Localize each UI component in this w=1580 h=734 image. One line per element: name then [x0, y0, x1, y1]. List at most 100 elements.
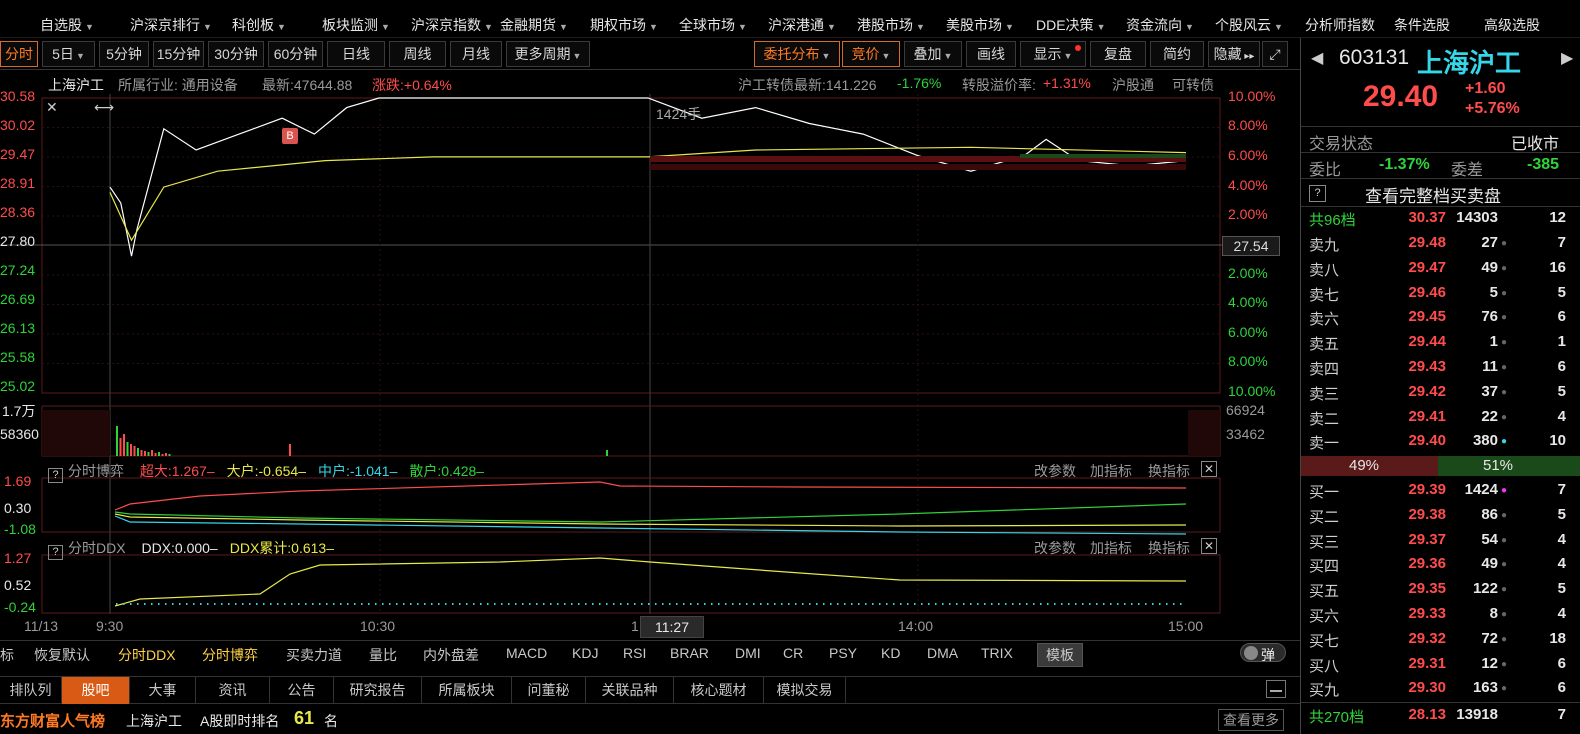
bottom-tab[interactable]: 研究报告 [334, 677, 422, 704]
prev-stock-icon[interactable]: ◀ [1311, 48, 1323, 68]
nav-item[interactable]: 科创板 ▼ [232, 15, 286, 35]
indicator-button[interactable]: DMA [927, 645, 958, 661]
order-book-row[interactable]: 买六 29.33 8 ● 4 [1301, 602, 1580, 626]
indicator-button[interactable]: PSY [829, 645, 857, 661]
nav-item[interactable]: 全球市场 ▼ [679, 15, 747, 35]
order-book-row[interactable]: 买五 29.35 122 ● 5 [1301, 577, 1580, 601]
order-book-row[interactable]: 卖四 29.43 11 ● 6 [1301, 355, 1580, 379]
hgt-link[interactable]: 沪股通 [1112, 75, 1154, 95]
order-book-row[interactable]: 共96档 30.37 14303 12 [1301, 206, 1580, 230]
period-button[interactable]: 5日 ▼ [42, 41, 95, 67]
toolbar-button[interactable]: 委托分布 ▼ [754, 41, 840, 67]
next-stock-icon[interactable]: ▶ [1561, 48, 1573, 68]
bottom-tab[interactable]: 大事 [130, 677, 196, 704]
bottom-tab[interactable]: 公告 [270, 677, 334, 704]
bottom-tab[interactable]: 股吧 [62, 677, 130, 704]
panel-action-link[interactable]: 改参数 [1034, 538, 1076, 558]
order-book-row[interactable]: 卖三 29.42 37 ● 5 [1301, 380, 1580, 404]
bottom-tab[interactable]: 排队列 [0, 677, 62, 704]
panel-action-link[interactable]: 加指标 [1090, 538, 1132, 558]
nav-item[interactable]: 分析师指数 [1305, 15, 1375, 35]
toolbar-button[interactable]: 画线 [966, 41, 1016, 67]
nav-item[interactable]: 沪深京指数 ▼ [411, 15, 493, 35]
toolbar-button[interactable]: 显示 ▼ [1020, 41, 1086, 67]
order-book-row[interactable]: 买一 29.39 1424 ● 7 [1301, 478, 1580, 502]
indicator-button[interactable]: 恢复默认 [34, 645, 90, 665]
indicator-button[interactable]: 分时DDX [118, 645, 176, 665]
order-book-row[interactable]: 买三 29.37 54 ● 4 [1301, 528, 1580, 552]
period-button[interactable]: 月线 [450, 41, 502, 67]
order-book-row[interactable]: 卖二 29.41 22 ● 4 [1301, 405, 1580, 429]
indicator-button[interactable]: 标 [0, 645, 14, 665]
indicator-button[interactable]: CR [783, 645, 803, 661]
order-book-row[interactable]: 买二 29.38 86 ● 5 [1301, 503, 1580, 527]
indicator-button[interactable]: BRAR [670, 645, 709, 661]
period-button[interactable]: 日线 [327, 41, 385, 67]
expand-panel-icon[interactable] [1266, 680, 1286, 698]
nav-item[interactable]: 金融期货 ▼ [500, 15, 568, 35]
indicator-button[interactable]: DMI [735, 645, 761, 661]
popup-toggle[interactable]: 弹 [1240, 643, 1286, 663]
bottom-tab[interactable]: 资讯 [196, 677, 270, 704]
order-book-row[interactable]: 卖七 29.46 5 ● 5 [1301, 281, 1580, 305]
close-panel-icon[interactable]: ✕ [1201, 538, 1217, 554]
nav-item[interactable]: 期权市场 ▼ [590, 15, 658, 35]
order-book-row[interactable]: 买七 29.32 72 ● 18 [1301, 627, 1580, 651]
indicator-button[interactable]: 买卖力道 [286, 645, 342, 665]
indicator-button[interactable]: MACD [506, 645, 547, 661]
order-book-row[interactable]: 买八 29.31 12 ● 6 [1301, 652, 1580, 676]
buy-marker-icon[interactable]: B [282, 128, 298, 144]
order-book-row[interactable]: 买四 29.36 49 ● 4 [1301, 552, 1580, 576]
bottom-tab[interactable]: 模拟交易 [764, 677, 846, 704]
order-book-row[interactable]: 卖八 29.47 49 ● 16 [1301, 256, 1580, 280]
bottom-tab[interactable]: 关联品种 [586, 677, 674, 704]
close-chart-icon[interactable]: ✕ [46, 100, 60, 114]
order-book-row[interactable]: 卖九 29.48 27 ● 7 [1301, 231, 1580, 255]
order-book-row[interactable]: 卖一 29.40 380 ● 10 [1301, 429, 1580, 453]
panel-action-link[interactable]: 换指标 [1148, 538, 1190, 558]
bottom-tab[interactable]: 核心题材 [674, 677, 764, 704]
toolbar-button[interactable]: 简约 [1150, 41, 1204, 67]
nav-item[interactable]: 自选股 ▼ [40, 15, 94, 35]
period-button[interactable]: 15分钟 [153, 41, 204, 67]
indicator-button[interactable]: 内外盘差 [423, 645, 479, 665]
indicator-button[interactable]: KDJ [572, 645, 598, 661]
toolbar-button[interactable]: 竞价 ▼ [842, 41, 900, 67]
order-book-row[interactable]: 共270档 28.13 13918 7 [1301, 703, 1580, 727]
order-book-row[interactable]: 卖五 29.44 1 ● 1 [1301, 330, 1580, 354]
indicator-button[interactable]: 量比 [369, 645, 397, 665]
view-more-button[interactable]: 查看更多 [1218, 709, 1284, 731]
order-book-row[interactable]: 卖六 29.45 76 ● 6 [1301, 305, 1580, 329]
period-button[interactable]: 周线 [389, 41, 446, 67]
resize-arrow-icon[interactable]: ⟷ [94, 99, 114, 116]
help-icon[interactable]: ? [48, 545, 63, 560]
nav-item[interactable]: 沪深港通 ▼ [768, 15, 836, 35]
fullscreen-icon[interactable]: ⤢ [1262, 41, 1288, 67]
nav-item[interactable]: 条件选股 [1394, 15, 1450, 35]
nav-item[interactable]: 美股市场 ▼ [946, 15, 1014, 35]
bottom-tab[interactable]: 所属板块 [422, 677, 512, 704]
period-button[interactable]: 更多周期 ▼ [506, 41, 590, 67]
close-panel-icon[interactable]: ✕ [1201, 461, 1217, 477]
panel-action-link[interactable]: 加指标 [1090, 461, 1132, 481]
help-icon[interactable]: ? [48, 468, 63, 483]
period-button[interactable]: 分时 [0, 41, 38, 67]
nav-item[interactable]: 个股风云 ▼ [1215, 15, 1283, 35]
full-book-button[interactable]: 查看完整档买卖盘 [1365, 182, 1501, 207]
kzz-link[interactable]: 可转债 [1172, 75, 1214, 95]
period-button[interactable]: 30分钟 [208, 41, 264, 67]
template-button[interactable]: 模板 [1037, 643, 1083, 667]
nav-item[interactable]: 高级选股 [1484, 15, 1540, 35]
nav-item[interactable]: 资金流向 ▼ [1126, 15, 1194, 35]
panel-action-link[interactable]: 换指标 [1148, 461, 1190, 481]
indicator-button[interactable]: RSI [623, 645, 646, 661]
help-icon[interactable]: ? [1309, 185, 1326, 202]
bottom-tab[interactable]: 问董秘 [512, 677, 586, 704]
indicator-button[interactable]: KD [881, 645, 900, 661]
indicator-button[interactable]: 分时博弈 [202, 645, 258, 665]
nav-item[interactable]: DDE决策 ▼ [1036, 15, 1105, 35]
toolbar-button[interactable]: 复盘 [1090, 41, 1146, 67]
order-book-row[interactable]: 买九 29.30 163 ● 6 [1301, 676, 1580, 700]
nav-item[interactable]: 沪深京排行 ▼ [130, 15, 212, 35]
period-button[interactable]: 5分钟 [99, 41, 149, 67]
